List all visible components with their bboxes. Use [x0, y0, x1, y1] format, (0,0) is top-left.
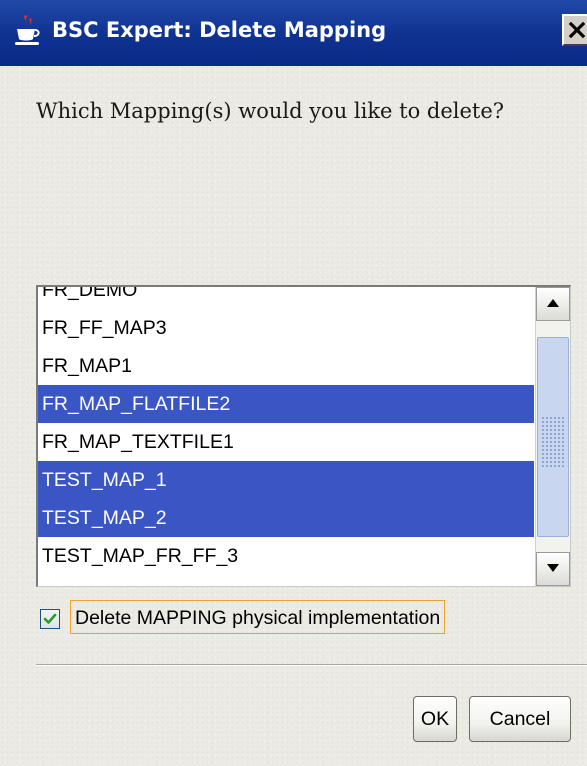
scroll-up-button[interactable]: [536, 287, 570, 321]
mapping-list-item[interactable]: FR_FF_MAP3: [38, 309, 534, 347]
scroll-down-button[interactable]: [536, 552, 570, 586]
mapping-list-item[interactable]: FR_MAP_FLATFILE2: [38, 385, 534, 423]
vertical-scrollbar[interactable]: [535, 287, 570, 586]
question-text: Which Mapping(s) would you like to delet…: [36, 99, 505, 123]
ok-button[interactable]: OK: [413, 696, 457, 742]
java-cup-icon: [13, 13, 41, 47]
mapping-list-item[interactable]: FR_MAP1: [38, 347, 534, 385]
delete-physical-label: Delete MAPPING physical implementation: [70, 600, 446, 634]
delete-physical-checkbox[interactable]: [40, 609, 60, 629]
window-title: BSC Expert: Delete Mapping: [52, 18, 387, 42]
cancel-button[interactable]: Cancel: [469, 696, 571, 742]
close-button[interactable]: [562, 14, 587, 46]
mapping-list-item[interactable]: TEST_MAP_FR_FF_3: [38, 537, 534, 575]
thumb-grip: [541, 416, 565, 468]
mapping-list-item[interactable]: TEST_MAP_2: [38, 499, 534, 537]
mapping-list-items: FR_DEMO FR_FF_MAP3 FR_MAP1 FR_MAP_FLATFILE2…: [38, 287, 534, 575]
mapping-list-item[interactable]: FR_DEMO: [38, 287, 534, 309]
mapping-list-item[interactable]: TEST_MAP_1: [38, 461, 534, 499]
mapping-list[interactable]: FR_DEMO FR_FF_MAP3 FR_MAP1 FR_MAP_FLATFILE2…: [36, 285, 571, 587]
title-bar[interactable]: BSC Expert: Delete Mapping: [0, 0, 587, 66]
scroll-thumb[interactable]: [537, 337, 569, 537]
dialog-window: BSC Expert: Delete Mapping Which Mapping…: [0, 0, 587, 766]
mapping-list-item[interactable]: FR_MAP_TEXTFILE1: [38, 423, 534, 461]
separator: [36, 664, 587, 666]
